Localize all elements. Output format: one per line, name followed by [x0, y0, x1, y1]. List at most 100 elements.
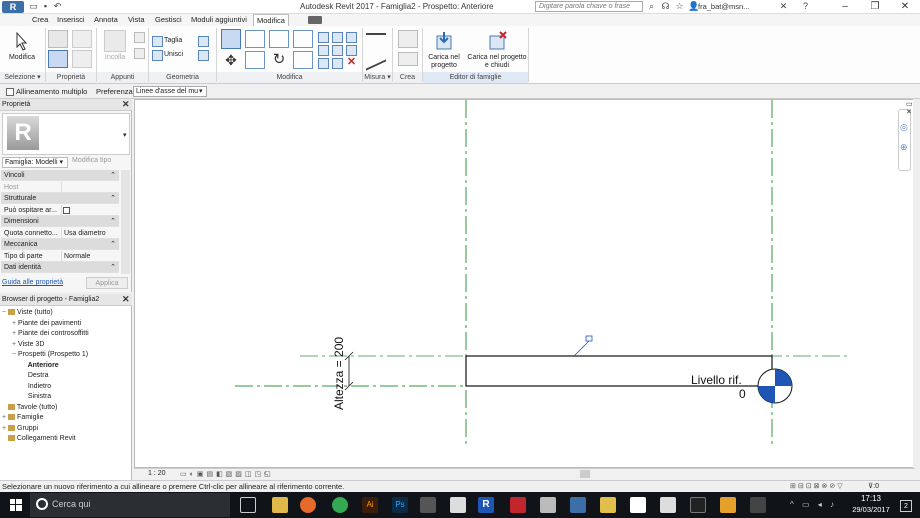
- scroll-left-icon[interactable]: ‹: [264, 470, 266, 477]
- allineamento-multiplo-checkbox[interactable]: [6, 88, 14, 96]
- binoculars-icon[interactable]: ⌕: [646, 1, 657, 12]
- chrome-icon[interactable]: [332, 497, 348, 513]
- clock-date[interactable]: 29/03/2017: [848, 505, 894, 514]
- properties-scrollbar[interactable]: [121, 170, 130, 274]
- cut-icon[interactable]: [152, 36, 163, 47]
- split-icon[interactable]: [318, 32, 329, 43]
- dimension-label[interactable]: Altezza = 200: [332, 337, 346, 410]
- align-tool-icon[interactable]: [221, 29, 241, 49]
- applica-button[interactable]: Applica: [86, 277, 128, 289]
- rotate-icon[interactable]: ↻: [269, 51, 289, 69]
- zoom-icon[interactable]: ⊕: [900, 142, 908, 153]
- property-value[interactable]: [61, 181, 64, 193]
- carica-e-chiudi-button[interactable]: Carica nel progetto e chiudi: [466, 30, 528, 70]
- tab-gestisci[interactable]: Gestisci: [152, 14, 185, 26]
- create-icon[interactable]: [398, 52, 418, 66]
- app-icon[interactable]: [720, 497, 736, 513]
- windows-start-icon[interactable]: [10, 499, 22, 511]
- clock-time[interactable]: 17:13: [856, 494, 886, 503]
- offset-tool-icon[interactable]: [245, 30, 265, 48]
- scale-icon[interactable]: [332, 45, 343, 56]
- exchange-icon[interactable]: ✕: [778, 1, 789, 12]
- tree-item[interactable]: + Famiglie: [2, 414, 44, 421]
- collapse-icon[interactable]: ⌃: [110, 262, 116, 273]
- selection-filter-icons[interactable]: ⊞⊟⊡⊠⊗⊘▽: [790, 482, 845, 490]
- elevation-view[interactable]: Altezza = 200 Livello rif. 0: [135, 100, 914, 467]
- collapse-icon[interactable]: ⌃: [110, 193, 116, 204]
- panel-selezione[interactable]: Selezione ▾: [0, 72, 45, 83]
- family-types-icon[interactable]: [72, 30, 92, 48]
- navigation-bar[interactable]: [898, 109, 911, 171]
- property-row[interactable]: Quota connetto... Usa diametro: [1, 227, 119, 239]
- family-category-icon[interactable]: [72, 50, 92, 68]
- match-icon[interactable]: [134, 48, 145, 59]
- steering-wheel-icon[interactable]: ◎: [900, 122, 908, 133]
- join-icon[interactable]: [152, 50, 163, 61]
- tree-item[interactable]: Destra: [22, 372, 49, 379]
- tab-inserisci[interactable]: Inserisci: [54, 14, 88, 26]
- collapse-icon[interactable]: ⌃: [110, 170, 116, 181]
- tree-item[interactable]: − Viste (tutto): [2, 309, 53, 316]
- property-row[interactable]: Può ospitare ar...: [1, 204, 119, 216]
- vertical-scrollbar[interactable]: [913, 99, 920, 468]
- filter-icon[interactable]: ⊽:0: [868, 482, 879, 490]
- firefox-icon[interactable]: [300, 497, 316, 513]
- horizontal-scroll-thumb[interactable]: [580, 470, 590, 478]
- level-elevation[interactable]: 0: [739, 387, 746, 401]
- chevron-down-icon[interactable]: ▾: [123, 131, 127, 139]
- modifica-tipo-button[interactable]: Modifica tipo: [72, 157, 111, 164]
- lock-icon[interactable]: [585, 335, 593, 342]
- level-name[interactable]: Livello rif.: [691, 373, 742, 387]
- pdf-icon[interactable]: [510, 497, 526, 513]
- create-similar-icon[interactable]: [398, 30, 418, 48]
- level-head-icon[interactable]: [757, 368, 793, 404]
- mirror-draw-icon[interactable]: [293, 30, 313, 48]
- pin-icon[interactable]: [346, 32, 357, 43]
- notes-icon[interactable]: [600, 497, 616, 513]
- tree-item[interactable]: + Gruppi: [2, 425, 38, 432]
- modifica-button[interactable]: Modifica: [4, 30, 40, 70]
- tree-item[interactable]: Collegamenti Revit: [2, 435, 76, 442]
- tree-item[interactable]: − Prospetti (Prospetto 1): [12, 351, 88, 358]
- mirror-axis-icon[interactable]: [269, 30, 289, 48]
- tab-moduli-aggiuntivi[interactable]: Moduli aggiuntivi: [188, 14, 250, 26]
- preferenza-select[interactable]: Linee d'asse del mu: [133, 86, 207, 97]
- view-controls-icons[interactable]: ▭◐▣▤◧▧▨◫◳◱: [180, 470, 274, 478]
- tab-crea[interactable]: Crea: [29, 14, 51, 26]
- tab-modifica[interactable]: Modifica: [253, 14, 289, 26]
- revit-icon[interactable]: R: [478, 497, 494, 513]
- property-category[interactable]: Dati identità ⌃: [1, 262, 119, 273]
- cad-icon[interactable]: [690, 497, 706, 513]
- property-value[interactable]: Normale: [61, 250, 90, 262]
- guida-proprieta-link[interactable]: Guida alle proprietà: [2, 279, 63, 286]
- document-icon[interactable]: [630, 497, 646, 513]
- panel-misura[interactable]: Misura ▾: [363, 72, 392, 83]
- tree-item[interactable]: + Viste 3D: [12, 341, 44, 348]
- taglia-button[interactable]: Taglia: [164, 37, 182, 44]
- undo-icon[interactable]: ↶: [52, 1, 63, 12]
- ribbon-toggle-icon[interactable]: [308, 16, 322, 24]
- delete-icon[interactable]: ✕: [346, 57, 357, 68]
- trim-single-icon[interactable]: [318, 58, 329, 69]
- geometry-icon[interactable]: [198, 36, 209, 47]
- property-row[interactable]: Host: [1, 181, 119, 193]
- tree-item[interactable]: + Piante dei controsoffitti: [12, 330, 89, 337]
- unpin-icon[interactable]: [346, 45, 357, 56]
- calculator-icon[interactable]: [540, 497, 556, 513]
- app-icon[interactable]: [450, 497, 466, 513]
- notifications-icon[interactable]: 2: [900, 500, 912, 512]
- property-row[interactable]: Tipo di parte Normale: [1, 250, 119, 262]
- unisci-button[interactable]: Unisci: [164, 51, 183, 58]
- void-icon[interactable]: [198, 50, 209, 61]
- incolla-button[interactable]: Incolla: [100, 30, 130, 70]
- communication-icon[interactable]: ☊: [660, 1, 671, 12]
- property-value[interactable]: Usa diametro: [61, 227, 106, 239]
- copy-tool-icon[interactable]: [245, 51, 265, 69]
- copy-icon[interactable]: [134, 32, 145, 43]
- tab-annota[interactable]: Annota: [91, 14, 121, 26]
- properties-icon[interactable]: [48, 30, 68, 48]
- tree-item[interactable]: Anteriore: [22, 362, 59, 369]
- array-icon[interactable]: [318, 45, 329, 56]
- system-tray-icons[interactable]: ^ ▭ ◂ ♪: [790, 500, 837, 509]
- user-name[interactable]: fra_bat@msn...: [698, 2, 749, 11]
